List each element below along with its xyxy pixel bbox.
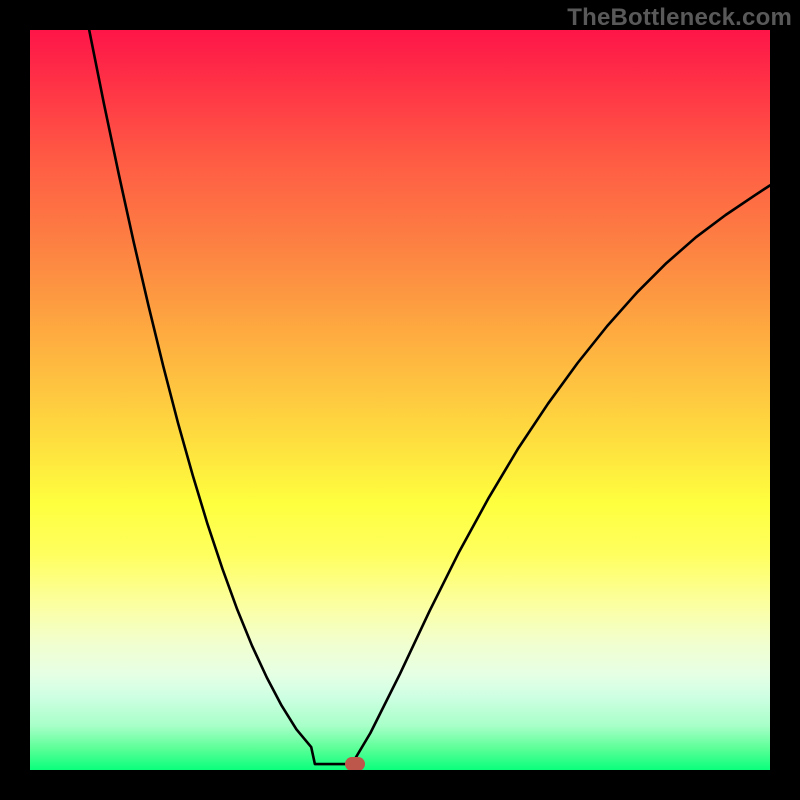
watermark-text: TheBottleneck.com [567,4,792,32]
chart-stage: TheBottleneck.com [0,0,800,800]
plot-area [30,30,770,770]
curve-svg [30,30,770,770]
bottleneck-curve [89,30,770,764]
optimum-marker [345,757,365,770]
